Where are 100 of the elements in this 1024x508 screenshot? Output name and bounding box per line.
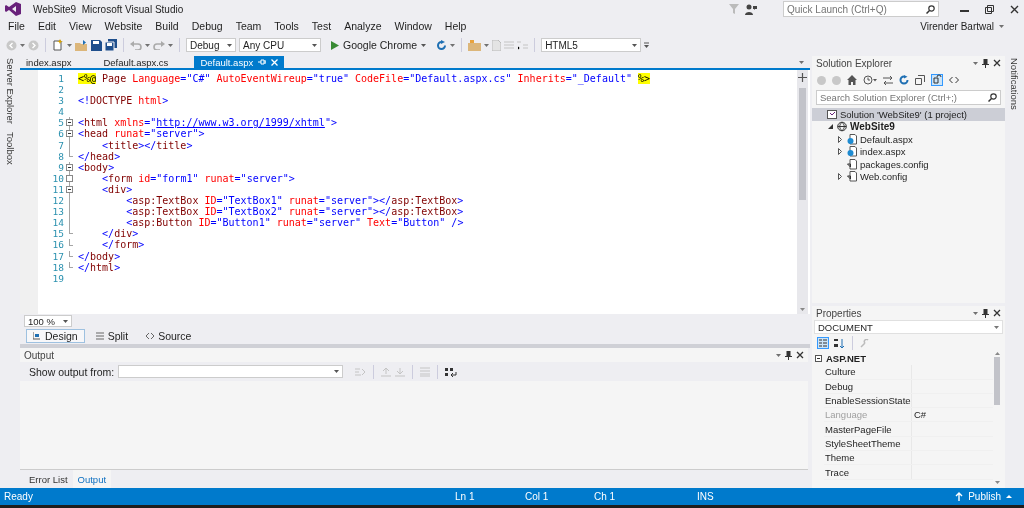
menu-item[interactable]: Window	[388, 20, 439, 32]
caret-icon[interactable]	[63, 319, 68, 323]
tree-item[interactable]: Solution 'WebSite9' (1 project)	[812, 108, 1005, 121]
property-name[interactable]: StyleSheetTheme	[824, 436, 912, 451]
splitter-icon[interactable]	[798, 73, 807, 82]
property-name[interactable]: Trace	[824, 465, 912, 479]
collapse-icon[interactable]	[66, 130, 73, 138]
tree-item[interactable]: Web.config	[832, 170, 1005, 183]
tab-list-caret-icon[interactable]	[799, 60, 804, 64]
caret-icon[interactable]	[20, 43, 25, 47]
collapsed-arrow-icon[interactable]	[838, 135, 842, 143]
property-name[interactable]: EnableSessionState	[824, 393, 912, 408]
view-tab[interactable]: Split	[88, 329, 136, 343]
property-name[interactable]: Culture	[824, 365, 912, 379]
menu-item[interactable]: Debug	[185, 20, 230, 32]
caret-icon[interactable]	[227, 43, 232, 47]
home-icon[interactable]	[847, 75, 857, 85]
history-icon[interactable]	[863, 75, 877, 85]
configuration-dropdown[interactable]: Debug	[186, 38, 236, 52]
property-name[interactable]: Theme	[824, 451, 912, 465]
caret-icon[interactable]	[145, 43, 150, 47]
property-name[interactable]: Debug	[824, 379, 912, 393]
menu-item[interactable]: Tools	[268, 20, 306, 32]
save-all-icon[interactable]	[105, 39, 117, 51]
caret-icon[interactable]	[450, 43, 456, 47]
pin-icon[interactable]	[785, 350, 792, 360]
caret-icon[interactable]	[632, 43, 638, 47]
property-name[interactable]: MasterPageFile	[824, 422, 912, 436]
collapse-icon[interactable]	[815, 355, 822, 363]
alphabetical-icon[interactable]	[833, 337, 845, 349]
user-name[interactable]: Virender Bartwal	[920, 20, 994, 32]
quick-launch-field[interactable]: Quick Launch (Ctrl+Q)	[783, 1, 939, 17]
collapse-icon[interactable]	[66, 163, 73, 171]
collapsed-arrow-icon[interactable]	[838, 148, 842, 156]
sync-icon[interactable]	[883, 75, 893, 85]
new-project-icon[interactable]	[52, 39, 64, 51]
collapse-icon[interactable]	[66, 119, 73, 127]
properties-icon[interactable]	[931, 74, 943, 86]
scroll-down-icon[interactable]	[994, 481, 1000, 484]
publish-button[interactable]: Publish	[968, 491, 1001, 502]
view-tab[interactable]: Source	[139, 329, 199, 343]
tree-item[interactable]: packages.config	[832, 158, 1005, 171]
zoom-dropdown[interactable]: 100 %	[24, 315, 72, 327]
close-icon[interactable]	[796, 351, 804, 359]
window-menu-caret-icon[interactable]	[973, 311, 978, 315]
side-tab[interactable]: Notifications	[1009, 58, 1020, 110]
tree-item[interactable]: index.aspx	[832, 145, 1005, 158]
caret-icon[interactable]	[421, 43, 427, 47]
caret-icon[interactable]	[334, 370, 340, 373]
close-icon[interactable]	[1010, 4, 1019, 14]
menu-item[interactable]: File	[2, 20, 32, 32]
pin-icon[interactable]	[982, 58, 989, 68]
scroll-down-icon[interactable]	[800, 308, 805, 311]
code-view-icon[interactable]	[949, 76, 959, 84]
toolbar-overflow-icon[interactable]	[644, 42, 650, 48]
refresh-icon[interactable]	[899, 75, 909, 85]
restore-icon[interactable]	[985, 4, 994, 14]
document-tab[interactable]: Default.aspx.cs	[97, 56, 175, 68]
save-icon[interactable]	[91, 39, 102, 51]
collapsed-arrow-icon[interactable]	[838, 173, 842, 181]
collapse-all-icon[interactable]	[915, 75, 925, 85]
menu-item[interactable]: Edit	[31, 20, 63, 32]
scrollbar[interactable]	[797, 70, 808, 314]
tree-item[interactable]: Default.aspx	[832, 133, 1005, 146]
search-icon[interactable]	[988, 93, 997, 102]
panel-tab[interactable]: Error List	[24, 470, 73, 488]
scroll-thumb[interactable]	[799, 88, 806, 200]
run-button[interactable]: Google Chrome	[324, 38, 434, 52]
caret-icon[interactable]	[999, 24, 1004, 28]
object-dropdown[interactable]: DOCUMENT	[814, 320, 1003, 334]
menu-item[interactable]: Team	[229, 20, 269, 32]
close-icon[interactable]	[993, 309, 1001, 317]
view-tab[interactable]: Design	[26, 329, 85, 343]
collapse-icon[interactable]	[66, 185, 73, 193]
panel-tab[interactable]: Output	[72, 470, 112, 488]
search-field[interactable]: Search Solution Explorer (Ctrl+;)	[816, 90, 1001, 105]
document-tab[interactable]: index.aspx	[20, 56, 78, 68]
word-wrap-icon[interactable]	[445, 366, 458, 377]
menu-item[interactable]: Website	[98, 20, 150, 32]
menu-item[interactable]: Analyze	[338, 20, 389, 32]
platform-dropdown[interactable]: Any CPU	[239, 38, 321, 52]
schema-dropdown[interactable]: HTML5	[541, 38, 642, 52]
caret-icon[interactable]	[67, 43, 72, 47]
caret-icon[interactable]	[994, 325, 999, 329]
feedback-person-icon[interactable]	[745, 3, 757, 15]
refresh-icon[interactable]	[436, 39, 448, 51]
tree-item[interactable]: WebSite9	[822, 120, 1005, 133]
menu-item[interactable]: Build	[149, 20, 186, 32]
caret-icon[interactable]	[1006, 495, 1012, 498]
pin-icon[interactable]	[982, 308, 989, 318]
caret-icon[interactable]	[484, 43, 490, 47]
caret-icon[interactable]	[168, 43, 173, 47]
window-menu-caret-icon[interactable]	[973, 61, 978, 65]
side-tab[interactable]: Toolbox	[4, 132, 16, 165]
scroll-up-icon[interactable]	[994, 352, 1000, 355]
categorized-icon[interactable]	[817, 337, 829, 349]
menu-item[interactable]: View	[63, 20, 99, 32]
close-icon[interactable]	[993, 59, 1001, 67]
open-folder-icon[interactable]	[75, 39, 88, 51]
search-icon[interactable]	[926, 4, 935, 14]
